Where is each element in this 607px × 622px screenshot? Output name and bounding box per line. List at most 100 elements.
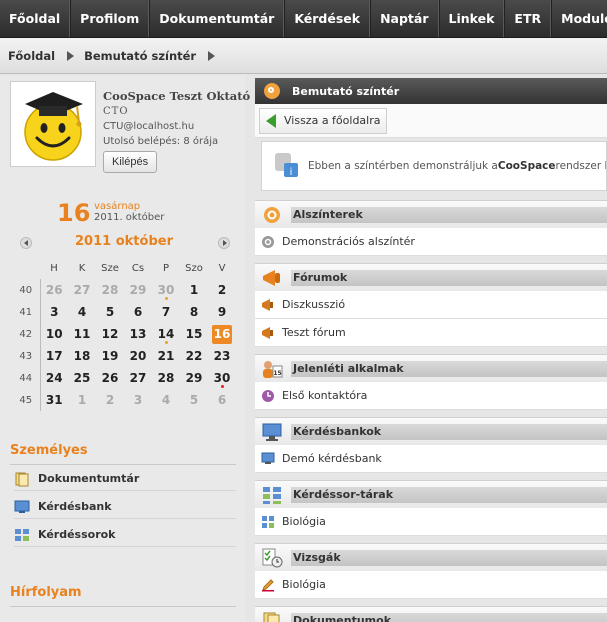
list-item[interactable]: Demó kérdésbank <box>255 445 607 473</box>
week-number: 43 <box>12 345 41 367</box>
info-box: i Ebben a színtérben demonstráljuk a Coo… <box>261 141 607 191</box>
list-item[interactable]: Első kontaktóra <box>255 382 607 410</box>
calendar-day[interactable]: 4 <box>68 301 96 323</box>
panel-header: Bemutató színtér <box>255 78 607 104</box>
avatar <box>10 81 96 167</box>
calendar-day[interactable]: 27 <box>124 367 152 389</box>
nav-kerdesek[interactable]: Kérdések <box>284 0 371 37</box>
calendar-day[interactable]: 14 <box>152 323 180 345</box>
attendance-icon: 15 <box>263 360 283 378</box>
profile-last-login: Utolsó belépés: 8 órája <box>103 136 219 147</box>
calendar-day[interactable]: 12 <box>96 323 124 345</box>
calendar-day[interactable]: 17 <box>40 345 68 367</box>
calendar-day[interactable]: 29 <box>124 279 152 301</box>
calendar-day[interactable]: 8 <box>180 301 208 323</box>
weekday-header: P <box>162 262 170 274</box>
nav-dokumentumtar[interactable]: Dokumentumtár <box>149 0 285 37</box>
section-jelenleti-alkalmak: 15 Jelenléti alkalmak Első kontaktóra <box>255 354 607 410</box>
calendar-day[interactable]: 6 <box>124 301 152 323</box>
calendar-day[interactable]: 18 <box>68 345 96 367</box>
megaphone-icon <box>263 269 280 286</box>
breadcrumb: Főoldal Bemutató színtér <box>0 38 607 74</box>
calendar-day[interactable]: 24 <box>40 367 68 389</box>
main-panel: Bemutató színtér Vissza a főoldalra i Eb… <box>255 75 607 622</box>
personal-item-kerdessorok[interactable]: Kérdéssorok <box>14 523 236 547</box>
list-item[interactable]: Diszkusszió <box>255 291 607 319</box>
nav-profilom[interactable]: Profilom <box>70 0 150 37</box>
nav-modulo[interactable]: Modulo <box>551 0 607 37</box>
profile-email: CTU@localhost.hu <box>103 121 195 132</box>
weekday-header: H <box>50 262 58 274</box>
calendar-day[interactable]: 20 <box>124 345 152 367</box>
calendar-day[interactable]: 30 <box>152 279 180 301</box>
calendar-grid: H K Sze Cs P Szo V 40 26 27 28 29 30 1 2… <box>12 257 236 411</box>
calendar-day[interactable]: 13 <box>124 323 152 345</box>
calendar-day[interactable]: 3 <box>124 389 152 411</box>
calendar-day[interactable]: 22 <box>180 345 208 367</box>
question-sets-icon <box>263 486 281 504</box>
calendar-day[interactable]: 2 <box>96 389 124 411</box>
calendar-day[interactable]: 1 <box>68 389 96 411</box>
section-alszinterek: Alszínterek Demonstrációs alszíntér <box>255 200 607 256</box>
breadcrumb-fooldal[interactable]: Főoldal <box>8 49 55 63</box>
event-dot-icon <box>165 297 168 300</box>
calendar-day[interactable]: 11 <box>68 323 96 345</box>
nav-etr[interactable]: ETR <box>504 0 552 37</box>
calendar-day[interactable]: 27 <box>68 279 96 301</box>
calendar-day[interactable]: 31 <box>40 389 68 411</box>
left-column: CooSpace Teszt Oktató CTO CTU@localhost.… <box>0 75 250 622</box>
calendar-day[interactable]: 5 <box>180 389 208 411</box>
breadcrumb-bemutato[interactable]: Bemutató színtér <box>84 49 196 63</box>
calendar-day[interactable]: 26 <box>96 367 124 389</box>
week-number: 41 <box>12 301 41 323</box>
calendar-day[interactable]: 4 <box>152 389 180 411</box>
calendar-day[interactable]: 6 <box>208 389 236 411</box>
week-number: 40 <box>12 279 41 301</box>
calendar-day[interactable]: 21 <box>152 345 180 367</box>
megaphone-icon <box>262 326 273 339</box>
calendar-day[interactable]: 30 <box>208 367 236 389</box>
event-dot-icon <box>165 341 168 344</box>
personal-title: Személyes <box>10 443 88 458</box>
personal-item-dokumentumtar[interactable]: Dokumentumtár <box>14 467 236 491</box>
question-sets-icon <box>15 528 29 541</box>
breadcrumb-separator-icon <box>208 50 216 61</box>
question-bank-icon <box>14 500 30 513</box>
calendar-day-today[interactable]: 16 <box>208 323 236 345</box>
weekday-header: V <box>218 262 226 274</box>
calendar-day[interactable]: 1 <box>180 279 208 301</box>
megaphone-icon <box>262 298 273 311</box>
calendar-day[interactable]: 28 <box>96 279 124 301</box>
back-to-home-button[interactable]: Vissza a főoldalra <box>259 107 388 134</box>
calendar-day[interactable]: 9 <box>208 301 236 323</box>
info-text-brand: CooSpace <box>497 160 556 172</box>
calendar-day[interactable]: 10 <box>40 323 68 345</box>
calendar-day[interactable]: 23 <box>208 345 236 367</box>
calendar-day[interactable]: 29 <box>180 367 208 389</box>
calendar-day[interactable]: 28 <box>152 367 180 389</box>
nav-linkek[interactable]: Linkek <box>438 0 505 37</box>
calendar-next-icon[interactable] <box>218 237 230 249</box>
calendar-day[interactable]: 5 <box>96 301 124 323</box>
list-item[interactable]: Demonstrációs alszíntér <box>255 228 607 256</box>
list-item[interactable]: Biológia <box>255 508 607 536</box>
list-item[interactable]: Biológia <box>255 571 607 599</box>
list-item[interactable]: Teszt fórum <box>255 319 607 347</box>
logout-button[interactable]: Kilépés <box>103 151 158 173</box>
calendar-day[interactable]: 25 <box>68 367 96 389</box>
calendar-day[interactable]: 7 <box>152 301 180 323</box>
nav-fooldal[interactable]: Főoldal <box>0 0 71 37</box>
section-dokumentumok: Dokumentumok <box>255 606 607 622</box>
calendar-day[interactable]: 3 <box>40 301 68 323</box>
personal-item-kerdesbank[interactable]: Kérdésbank <box>14 495 236 519</box>
calendar-day[interactable]: 19 <box>96 345 124 367</box>
calendar-day[interactable]: 2 <box>208 279 236 301</box>
nav-naptar[interactable]: Naptár <box>370 0 439 37</box>
calendar-day[interactable]: 26 <box>40 279 68 301</box>
profile-code: CTO <box>103 106 129 117</box>
svg-text:15: 15 <box>273 370 281 377</box>
calendar-day[interactable]: 15 <box>180 323 208 345</box>
subspace-icon <box>264 206 280 223</box>
section-vizsgak: Vizsgák Biológia <box>255 543 607 599</box>
weekday-header: K <box>78 262 86 274</box>
